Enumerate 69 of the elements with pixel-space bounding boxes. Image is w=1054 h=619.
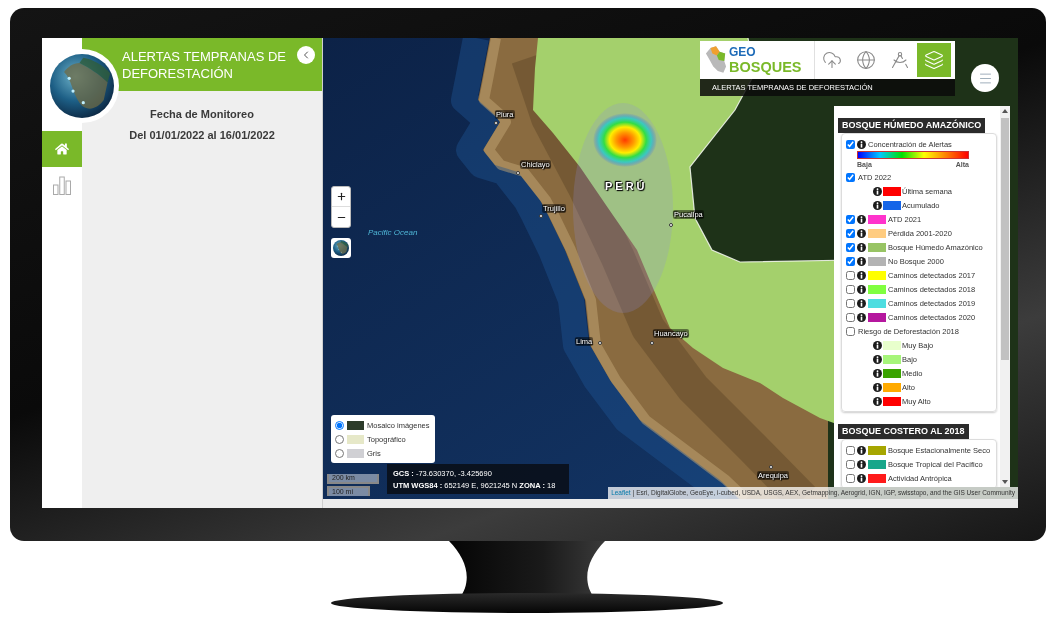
info-icon[interactable] [857, 284, 866, 294]
home-button[interactable] [42, 131, 82, 167]
earth-globe-icon [333, 240, 349, 256]
layer-checkbox[interactable] [846, 473, 855, 483]
basemap-radio[interactable] [335, 448, 344, 458]
info-icon[interactable] [873, 200, 882, 210]
info-icon[interactable] [857, 139, 866, 149]
info-icon[interactable] [873, 354, 882, 364]
city-marker-icon [650, 341, 654, 345]
info-icon[interactable] [857, 473, 866, 483]
info-icon[interactable] [873, 186, 882, 196]
globe-view-button[interactable] [331, 238, 351, 258]
info-icon[interactable] [873, 396, 882, 406]
info-icon[interactable] [857, 242, 866, 252]
drafting-compass-icon [890, 50, 910, 70]
scroll-up-arrow-icon[interactable] [1002, 109, 1008, 113]
info-icon[interactable] [857, 298, 866, 308]
heatmap-hotspot [593, 113, 657, 167]
home-icon [55, 142, 69, 156]
layer-checkbox[interactable] [846, 298, 855, 308]
plus-icon [335, 191, 347, 202]
scrollbar-thumb[interactable] [1001, 118, 1009, 360]
info-icon[interactable] [873, 368, 882, 378]
info-icon[interactable] [857, 445, 866, 455]
layer-checkbox[interactable] [846, 256, 855, 266]
peru-map-logo-icon [705, 46, 727, 74]
layer-checkbox[interactable] [846, 284, 855, 294]
city-marker-icon [769, 465, 773, 469]
layer-checkbox[interactable] [846, 214, 855, 224]
panel-title: ALERTAS TEMPRANAS DE DEFORESTACIÓN [121, 48, 287, 82]
city-marker-icon [494, 121, 498, 125]
scroll-down-arrow-icon[interactable] [1002, 480, 1008, 484]
info-icon[interactable] [873, 340, 882, 350]
legend-section-header: BOSQUE COSTERO AL 2018 [838, 424, 969, 439]
info-icon[interactable] [857, 270, 866, 280]
bar-chart-icon [52, 175, 72, 195]
city-marker-icon [669, 223, 673, 227]
info-icon[interactable] [857, 228, 866, 238]
city-marker-icon [539, 214, 543, 218]
layer-checkbox[interactable] [846, 172, 855, 182]
monitoring-heading: Fecha de Monitoreo [150, 107, 254, 122]
layer-checkbox[interactable] [846, 242, 855, 252]
layers-icon [924, 50, 944, 70]
legend-section-header: BOSQUE HÚMEDO AMAZÓNICO [838, 118, 986, 133]
basemap-radio[interactable] [335, 420, 344, 430]
layer-checkbox[interactable] [846, 326, 855, 336]
info-icon[interactable] [857, 256, 866, 266]
city-marker-icon [516, 171, 520, 175]
logo-text-top: GEO [729, 45, 757, 59]
layer-checkbox[interactable] [846, 459, 855, 469]
info-icon[interactable] [857, 214, 866, 224]
layer-checkbox[interactable] [846, 312, 855, 322]
info-icon[interactable] [857, 459, 866, 469]
layer-checkbox[interactable] [846, 270, 855, 280]
globe-icon [856, 50, 876, 70]
layer-checkbox[interactable] [846, 139, 855, 149]
country-label: PERÚ [605, 180, 648, 192]
layer-checkbox[interactable] [846, 228, 855, 238]
info-icon[interactable] [857, 312, 866, 322]
cloud-upload-icon [822, 50, 842, 70]
logo-text-bottom: BOSQUES [729, 58, 802, 75]
basemap-radio[interactable] [335, 434, 344, 444]
collapse-panel-button[interactable] [297, 46, 315, 64]
layer-checkbox[interactable] [846, 445, 855, 455]
ocean-label: Pacific Ocean [368, 228, 418, 238]
date-range: Del 01/01/2022 al 16/01/2022 [129, 127, 275, 143]
city-marker-icon [598, 341, 602, 345]
menu-icon [977, 70, 993, 86]
info-icon[interactable] [873, 382, 882, 392]
